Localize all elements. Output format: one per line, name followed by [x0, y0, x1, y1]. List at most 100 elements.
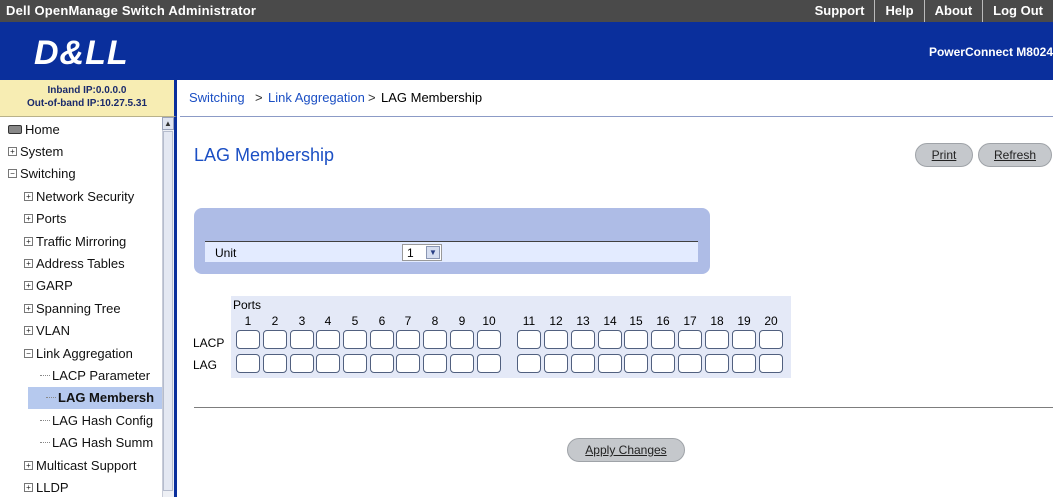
expand-icon[interactable]: + [24, 258, 33, 268]
lacp-port-11-cell[interactable] [517, 330, 541, 349]
nav-item-label: VLAN [36, 323, 70, 339]
breadcrumb-separator: > [368, 90, 376, 105]
lag-port-10-cell[interactable] [477, 354, 501, 373]
lacp-port-17-cell[interactable] [678, 330, 702, 349]
lacp-port-4-cell[interactable] [316, 330, 340, 349]
lacp-port-18-cell[interactable] [705, 330, 729, 349]
lacp-port-10-cell[interactable] [477, 330, 501, 349]
collapse-icon[interactable]: − [24, 348, 33, 358]
lacp-port-19-cell[interactable] [732, 330, 756, 349]
nav-tree: Home + System − Switching + Network Security + P… [0, 117, 177, 497]
lag-port-15-cell[interactable] [624, 354, 648, 373]
nav-item-label: Link Aggregation [36, 345, 133, 361]
nav-item-label: GARP [36, 278, 73, 294]
lag-port-4-cell[interactable] [316, 354, 340, 373]
lag-port-16-cell[interactable] [651, 354, 675, 373]
lag-port-2-cell[interactable] [263, 354, 287, 373]
expand-icon[interactable]: + [24, 326, 33, 336]
collapse-icon[interactable]: − [8, 169, 17, 179]
expand-icon[interactable]: + [24, 303, 33, 313]
lag-port-12-cell[interactable] [544, 354, 568, 373]
lag-port-17-cell[interactable] [678, 354, 702, 373]
lacp-port-1-cell[interactable] [236, 330, 260, 349]
port-number: 18 [710, 314, 724, 328]
scroll-up-arrow-icon[interactable]: ▲ [162, 117, 174, 130]
lacp-port-12-cell[interactable] [544, 330, 568, 349]
nav-item-multicast-support[interactable]: + Multicast Support [0, 454, 136, 476]
lacp-port-9-cell[interactable] [450, 330, 474, 349]
port-number: 15 [629, 314, 643, 328]
lag-port-14-cell[interactable] [598, 354, 622, 373]
nav-item-spanning-tree[interactable]: + Spanning Tree [0, 297, 121, 319]
unit-select[interactable]: 1 ▼ [402, 244, 442, 261]
lacp-port-2-cell[interactable] [263, 330, 287, 349]
expand-icon[interactable]: + [24, 236, 33, 246]
lacp-port-8-cell[interactable] [423, 330, 447, 349]
port-number: 2 [271, 314, 279, 328]
expand-icon[interactable]: + [24, 460, 33, 470]
lag-port-1-cell[interactable] [236, 354, 260, 373]
nav-item-system[interactable]: + System [0, 140, 63, 162]
port-number: 16 [656, 314, 670, 328]
support-link[interactable]: Support [805, 0, 875, 22]
lacp-port-5-cell[interactable] [343, 330, 367, 349]
lag-port-13-cell[interactable] [571, 354, 595, 373]
port-number: 3 [298, 314, 306, 328]
nav-item-address-tables[interactable]: + Address Tables [0, 252, 125, 274]
lag-port-11-cell[interactable] [517, 354, 541, 373]
nav-item-ports[interactable]: + Ports [0, 208, 66, 230]
nav-scrollbar-thumb[interactable] [163, 131, 173, 491]
lag-port-19-cell[interactable] [732, 354, 756, 373]
help-link[interactable]: Help [874, 0, 923, 22]
port-number: 11 [522, 314, 536, 328]
lag-port-5-cell[interactable] [343, 354, 367, 373]
expand-icon[interactable]: + [8, 146, 17, 156]
nav-item-lacp-parameter[interactable]: LACP Parameter [0, 364, 150, 386]
nav-item-traffic-mirroring[interactable]: + Traffic Mirroring [0, 230, 126, 252]
lacp-port-20-cell[interactable] [759, 330, 783, 349]
expand-icon[interactable]: + [24, 281, 33, 291]
nav-item-label: Home [25, 121, 60, 137]
lacp-port-3-cell[interactable] [290, 330, 314, 349]
lacp-port-14-cell[interactable] [598, 330, 622, 349]
nav-item-network-security[interactable]: + Network Security [0, 185, 134, 207]
lag-port-8-cell[interactable] [423, 354, 447, 373]
nav-item-label: LAG Membersh [58, 390, 155, 406]
nav-item-switching[interactable]: − Switching [0, 163, 76, 185]
breadcrumb-switching[interactable]: Switching [189, 90, 245, 105]
lag-port-7-cell[interactable] [396, 354, 420, 373]
lag-port-20-cell[interactable] [759, 354, 783, 373]
port-number: 7 [404, 314, 412, 328]
expand-icon[interactable]: + [24, 482, 33, 492]
port-number: 17 [683, 314, 697, 328]
lacp-port-16-cell[interactable] [651, 330, 675, 349]
model-name: PowerConnect M8024 [928, 45, 1053, 59]
lacp-port-15-cell[interactable] [624, 330, 648, 349]
logout-link[interactable]: Log Out [982, 0, 1053, 22]
print-button[interactable]: Print [915, 143, 973, 167]
nav-item-garp[interactable]: + GARP [0, 275, 73, 297]
expand-icon[interactable]: + [24, 214, 33, 224]
nav-item-lag-membersh[interactable]: LAG Membersh [28, 386, 174, 409]
lag-port-18-cell[interactable] [705, 354, 729, 373]
about-link[interactable]: About [923, 0, 983, 22]
refresh-button[interactable]: Refresh [978, 143, 1052, 167]
lag-port-6-cell[interactable] [370, 354, 394, 373]
nav-item-lag-hash-config[interactable]: LAG Hash Config [0, 409, 153, 431]
port-number: 19 [737, 314, 751, 328]
breadcrumb-link-aggregation[interactable]: Link Aggregation [268, 90, 365, 105]
nav-item-link-aggregation[interactable]: − Link Aggregation [0, 342, 133, 364]
apply-changes-button[interactable]: Apply Changes [567, 438, 685, 462]
nav-item-vlan[interactable]: + VLAN [0, 320, 70, 342]
lag-port-3-cell[interactable] [290, 354, 314, 373]
nav-item-label: LLDP [36, 479, 69, 495]
nav-item-lldp[interactable]: + LLDP [0, 476, 69, 497]
chevron-down-icon[interactable]: ▼ [426, 246, 440, 259]
lacp-port-6-cell[interactable] [370, 330, 394, 349]
lacp-port-13-cell[interactable] [571, 330, 595, 349]
nav-item-home[interactable]: Home [0, 118, 60, 140]
lag-port-9-cell[interactable] [450, 354, 474, 373]
expand-icon[interactable]: + [24, 191, 33, 201]
nav-item-lag-hash-summ[interactable]: LAG Hash Summ [0, 432, 153, 454]
lacp-port-7-cell[interactable] [396, 330, 420, 349]
